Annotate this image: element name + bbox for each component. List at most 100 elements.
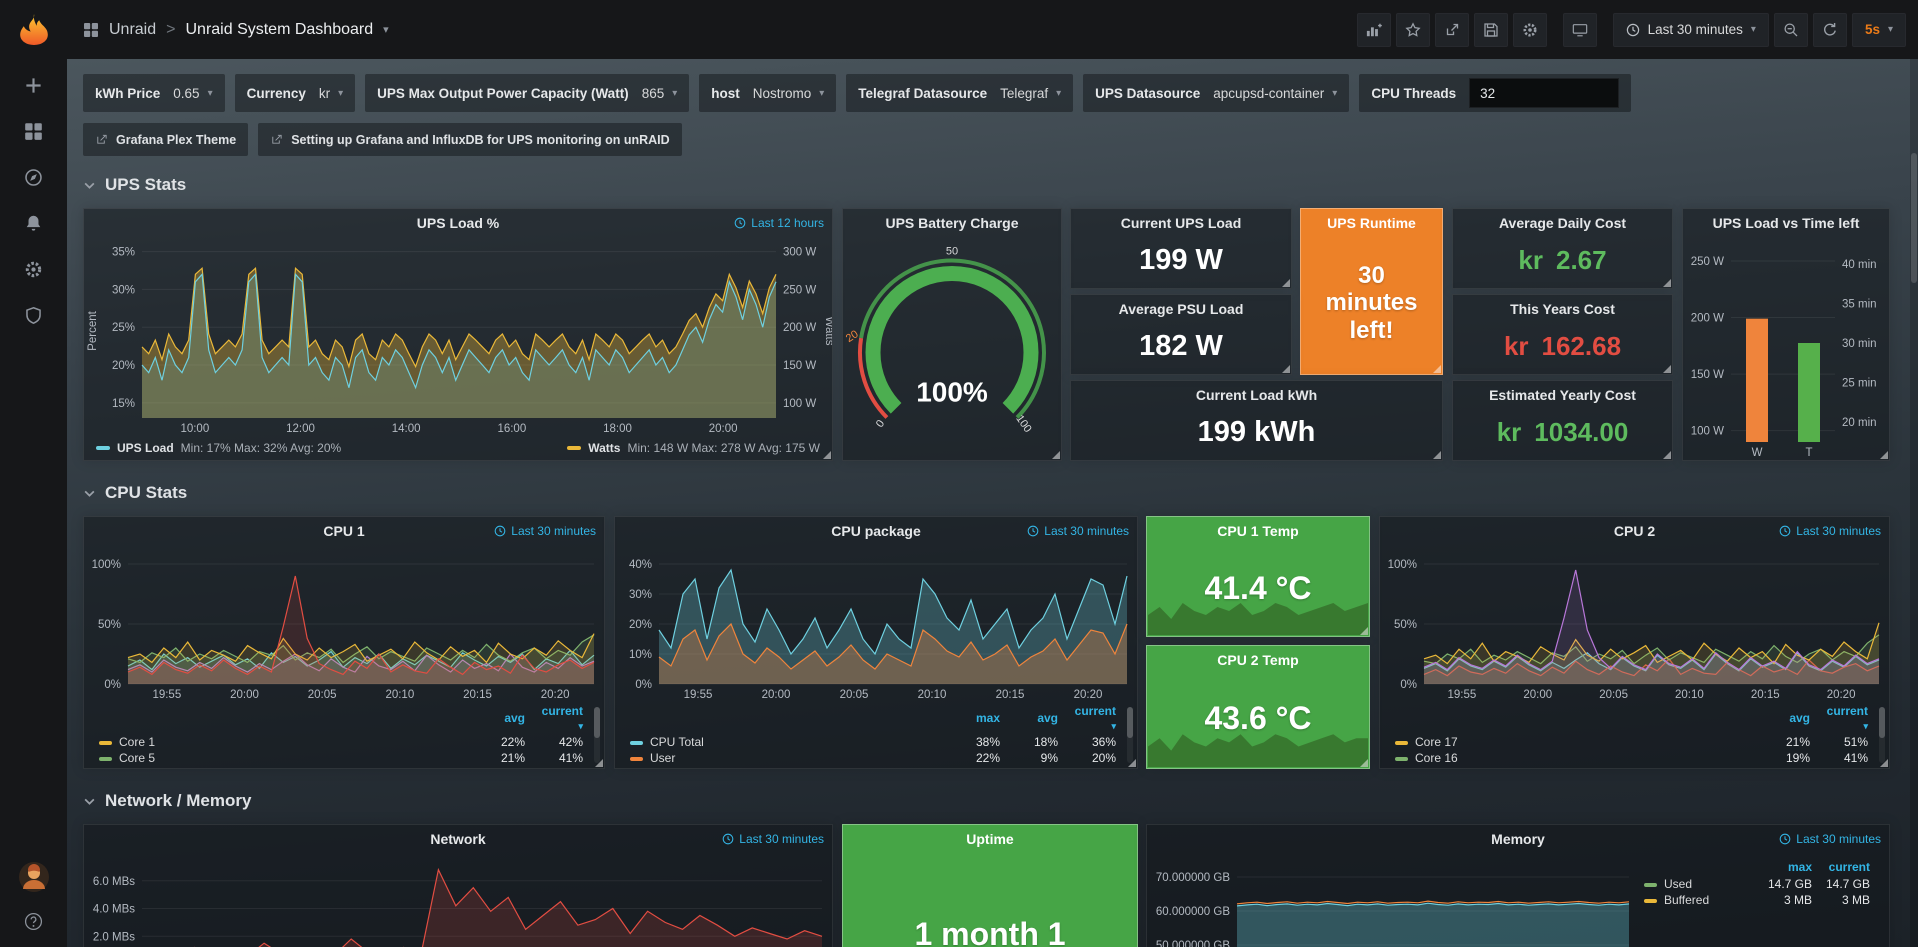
panel-title[interactable]: CPU package [831,523,920,539]
legend-column-current[interactable]: current ▾ [1815,704,1873,734]
legend-series-toggle[interactable]: Buffered [1639,892,1759,908]
variable-value-host[interactable]: Nostromo▾ [753,86,825,101]
time-range-badge[interactable]: Last 12 hours [734,216,824,230]
panel-title[interactable]: Current Load kWh [1196,387,1317,403]
variable-value-kwh-price[interactable]: 0.65▾ [173,86,212,101]
dashboard-settings-button[interactable] [1513,13,1547,47]
refresh-button[interactable] [1813,13,1847,47]
configuration-gear-icon[interactable] [24,260,43,279]
panel-cpu1-temp: CPU 1 Temp 41.4 °C [1146,516,1370,637]
user-avatar[interactable] [19,862,49,892]
explore-compass-icon[interactable] [24,168,43,187]
legend-item[interactable]: WattsMin: 148 W Max: 278 W Avg: 175 W [567,441,820,455]
panel-average-psu-load: Average PSU Load 182 W [1070,294,1292,375]
breadcrumb-section[interactable]: Unraid [109,21,156,39]
network-chart[interactable]: 2.0 MBs4.0 MBs6.0 MBs19:5520:0020:0520:1… [84,852,832,947]
add-panel-button[interactable] [1357,13,1391,47]
legend-scrollbar[interactable] [1127,707,1133,763]
time-range-badge[interactable]: Last 30 minutes [1779,524,1881,538]
panel-title[interactable]: Memory [1491,831,1545,847]
dashboard-grid-icon[interactable] [83,22,99,38]
server-admin-shield-icon[interactable] [24,306,43,325]
panel-title[interactable]: CPU 2 [1614,523,1655,539]
svg-text:15%: 15% [112,398,135,410]
page-scrollbar[interactable] [1910,59,1918,947]
legend-series-toggle[interactable]: Core 16 [1390,750,1757,766]
svg-text:200 W: 200 W [783,322,816,334]
panel-title[interactable]: Current UPS Load [1121,215,1242,231]
legend-scrollbar[interactable] [594,707,600,763]
row-cpu-stats[interactable]: CPU Stats [83,483,187,503]
panel-title[interactable]: UPS Runtime [1327,215,1416,231]
breadcrumb-page[interactable]: Unraid System Dashboard [185,21,373,39]
legend-column-avg[interactable]: avg [472,704,530,734]
cpu-package-chart[interactable]: 0%10%20%30%40%19:5520:0020:0520:1020:152… [615,544,1137,702]
save-button[interactable] [1474,13,1508,47]
legend-column-max[interactable]: max [1759,860,1817,876]
time-range-badge[interactable]: Last 30 minutes [494,524,596,538]
legend-item[interactable]: UPS LoadMin: 17% Max: 32% Avg: 20% [96,441,341,455]
scrollbar-thumb[interactable] [1911,153,1917,283]
legend-series-toggle[interactable]: Core 5 [94,750,472,766]
alerting-bell-icon[interactable] [24,214,43,233]
legend-series-toggle[interactable]: User [625,750,947,766]
legend-series-toggle[interactable]: Used [1639,876,1759,892]
row-ups-stats[interactable]: UPS Stats [83,175,186,195]
legend-series-toggle[interactable]: Core 17 [1390,734,1757,750]
memory-chart[interactable]: 50.000000 GB60.000000 GB70.000000 GB19:5… [1147,852,1639,947]
legend-value: 22% [947,750,1005,766]
panel-title[interactable]: Network [430,831,485,847]
panel-title[interactable]: This Years Cost [1510,301,1615,317]
legend-value: 21% [1757,734,1815,750]
cpu2-chart[interactable]: 0%50%100%19:5520:0020:0520:1020:1520:20 [1380,544,1889,702]
variable-currency: Currencykr▾ [235,74,356,112]
legend-column-current[interactable]: current ▾ [1063,704,1121,734]
legend-series-toggle[interactable]: Core 1 [94,734,472,750]
dashboard-link[interactable]: Grafana Plex Theme [83,123,248,156]
grafana-logo-icon[interactable] [17,12,51,46]
chevron-down-icon[interactable]: ▾ [383,23,389,36]
time-range-picker[interactable]: Last 30 minutes ▾ [1613,13,1769,47]
svg-text:W: W [1752,447,1763,459]
cycle-view-mode-button[interactable] [1563,13,1597,47]
panel-title[interactable]: CPU 1 Temp [1217,523,1298,539]
legend-column-avg[interactable]: avg [1005,704,1063,734]
panel-title[interactable]: Uptime [966,831,1013,847]
ups-load-chart[interactable]: 15%20%25%30%35%100 W150 W200 W250 W300 W… [84,236,832,436]
variable-value-ups-max-watt[interactable]: 865▾ [642,86,678,101]
cpu1-chart[interactable]: 0%50%100%19:5520:0020:0520:1020:1520:20 [84,544,604,702]
legend-column-max[interactable]: max [947,704,1005,734]
legend-column-avg[interactable]: avg [1757,704,1815,734]
panel-title[interactable]: UPS Battery Charge [885,215,1018,231]
zoom-out-button[interactable] [1774,13,1808,47]
ups-load-time-bar-chart[interactable]: 100 W150 W200 W250 W20 min25 min30 min35… [1683,236,1889,460]
legend-series-toggle[interactable]: CPU Total [625,734,947,750]
row-network-memory[interactable]: Network / Memory [83,791,251,811]
variable-value-currency[interactable]: kr▾ [319,86,343,101]
panel-title[interactable]: Average PSU Load [1119,301,1244,317]
chevron-down-icon: ▾ [208,88,213,99]
help-icon[interactable] [24,912,43,931]
legend-column-current[interactable]: current [1817,860,1875,876]
variable-value-telegraf-datasource[interactable]: Telegraf▾ [1000,86,1061,101]
create-plus-icon[interactable] [24,76,43,95]
legend-scrollbar[interactable] [1879,707,1885,763]
time-range-badge[interactable]: Last 30 minutes [722,832,824,846]
share-button[interactable] [1435,13,1469,47]
panel-title[interactable]: Average Daily Cost [1499,215,1626,231]
variable-input-cpu-threads[interactable] [1469,78,1619,108]
dashboards-icon[interactable] [24,122,43,141]
panel-title[interactable]: CPU 1 [323,523,364,539]
row-title: Network / Memory [105,791,251,811]
time-range-badge[interactable]: Last 30 minutes [1027,524,1129,538]
legend-column-current[interactable]: current ▾ [530,704,588,734]
panel-title[interactable]: Estimated Yearly Cost [1489,387,1636,403]
refresh-interval-picker[interactable]: 5s ▾ [1852,13,1906,47]
dashboard-link[interactable]: Setting up Grafana and InfluxDB for UPS … [258,123,681,156]
panel-title[interactable]: CPU 2 Temp [1217,652,1298,668]
time-range-badge[interactable]: Last 30 minutes [1779,832,1881,846]
star-button[interactable] [1396,13,1430,47]
panel-title[interactable]: UPS Load vs Time left [1713,215,1860,231]
panel-title[interactable]: UPS Load % [417,215,499,231]
variable-value-ups-datasource[interactable]: apcupsd-container▾ [1213,86,1337,101]
